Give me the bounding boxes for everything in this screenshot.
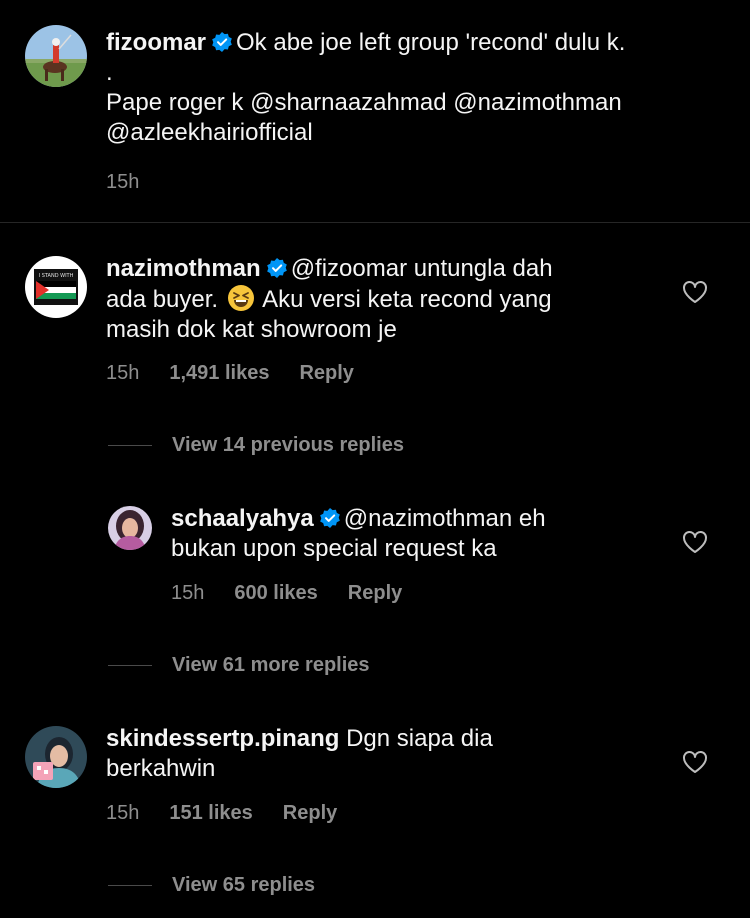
heart-outline-icon[interactable] <box>682 530 708 554</box>
view-replies-label[interactable]: View 14 previous replies <box>172 434 404 457</box>
divider <box>0 222 750 223</box>
timestamp: 15h <box>106 171 140 193</box>
username-schaalyahya[interactable]: schaalyahya <box>171 505 314 532</box>
comment-text-line: . <box>106 59 113 86</box>
comment-fizoomar: fizoomar Ok abe joe left group 'recond' d… <box>106 28 625 148</box>
comment-text-line: Pape roger k @sharnaazahmad @nazimothman <box>106 89 622 116</box>
avatar-fizoomar[interactable] <box>25 25 87 87</box>
view-previous-replies[interactable]: View 14 previous replies <box>108 433 404 457</box>
view-replies-label[interactable]: View 65 replies <box>172 874 315 897</box>
timestamp: 15h <box>171 582 205 604</box>
reply-button[interactable]: Reply <box>299 362 353 384</box>
view-replies-label[interactable]: View 61 more replies <box>172 654 370 677</box>
replies-line <box>108 444 152 446</box>
timestamp: 15h <box>106 802 140 824</box>
grinning-squinting-face-emoji <box>227 285 254 311</box>
verified-badge-icon <box>212 32 232 52</box>
reply-button[interactable]: Reply <box>283 802 337 824</box>
replies-line <box>108 664 152 666</box>
timestamp: 15h <box>106 362 140 384</box>
reply-button[interactable]: Reply <box>348 582 402 604</box>
likes-count[interactable]: 151 likes <box>169 802 252 824</box>
comment-text-line: Dgn siapa dia <box>346 725 493 752</box>
comment-text-line: masih dok kat showroom je <box>106 316 397 343</box>
view-replies[interactable]: View 65 replies <box>108 873 315 897</box>
heart-outline-icon[interactable] <box>682 280 708 304</box>
comment-text-line: @nazimothman eh <box>343 505 546 532</box>
username-fizoomar[interactable]: fizoomar <box>106 29 206 56</box>
username-skindessertp-pinang[interactable]: skindessertp.pinang <box>106 725 339 752</box>
comments-screen: fizoomar Ok abe joe left group 'recond' d… <box>0 0 750 918</box>
comment-text-line: @azleekhairiofficial <box>106 119 313 146</box>
comment-meta: 15h 1,491 likes Reply <box>106 361 384 385</box>
comment-meta: 15h 151 likes Reply <box>106 801 367 825</box>
avatar-schaalyahya[interactable] <box>108 506 152 550</box>
replies-line <box>108 884 152 886</box>
avatar-nazimothman[interactable]: I STAND WITH <box>25 256 87 318</box>
username-nazimothman[interactable]: nazimothman <box>106 255 261 282</box>
comment-text-line: @fizoomar untungla dah <box>290 255 553 282</box>
comment-text-line: berkahwin <box>106 755 216 782</box>
comment-meta: 15h 600 likes Reply <box>171 581 432 605</box>
avatar-skindessertp-pinang[interactable] <box>25 726 87 788</box>
comment-text-line: ada buyer. <box>106 286 219 313</box>
comment-text-line: bukan upon special request ka <box>171 535 497 562</box>
view-more-replies[interactable]: View 61 more replies <box>108 653 370 677</box>
comment-text-line: Ok abe joe left group 'recond' dulu k. <box>236 29 626 56</box>
heart-outline-icon[interactable] <box>682 750 708 774</box>
comment-schaalyahya: schaalyahya @nazimothman eh bukan upon sp… <box>171 504 546 564</box>
comment-meta: 15h <box>106 170 169 194</box>
avatar-caption: I STAND WITH <box>39 273 74 279</box>
likes-count[interactable]: 600 likes <box>234 582 317 604</box>
comment-text-line: Aku versi keta recond yang <box>262 286 552 313</box>
verified-badge-icon <box>266 258 287 278</box>
comment-skindessertp-pinang: skindessertp.pinang Dgn siapa dia berkah… <box>106 724 493 784</box>
comment-nazimothman: nazimothman @fizoomar untungla dah ada bu… <box>106 254 553 345</box>
verified-badge-icon <box>319 508 340 528</box>
likes-count[interactable]: 1,491 likes <box>169 362 269 384</box>
